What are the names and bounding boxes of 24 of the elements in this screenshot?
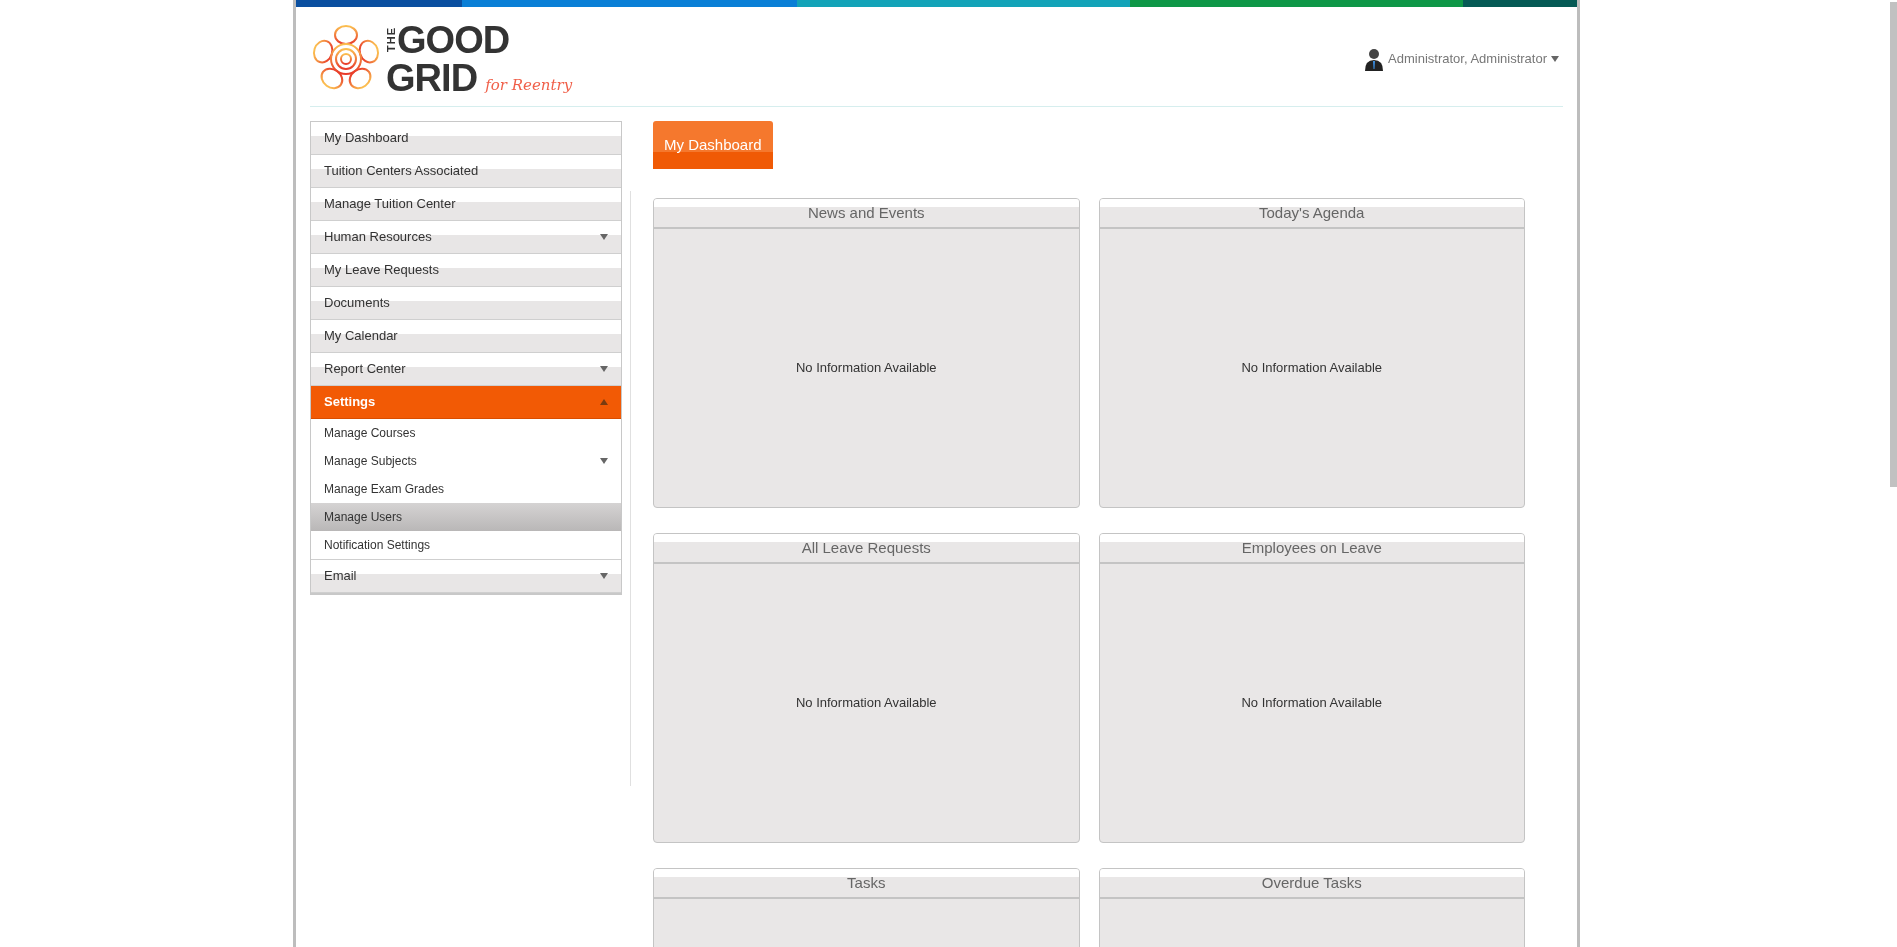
scrollbar-thumb[interactable]	[1890, 2, 1897, 487]
panel-title: News and Events	[654, 199, 1079, 229]
user-avatar-icon	[1364, 46, 1385, 71]
logo-text: THE	[386, 27, 397, 52]
panel-title: Today's Agenda	[1099, 199, 1524, 229]
panel-title: Overdue Tasks	[1099, 869, 1524, 899]
logo-tagline: for Reentry	[485, 77, 573, 93]
caret-down-icon	[600, 573, 608, 579]
empty-message: No Information Available	[795, 359, 937, 378]
caret-down-icon	[600, 366, 608, 372]
logo-text: GRID	[386, 58, 478, 97]
empty-message: No Information Available	[1241, 359, 1383, 378]
user-menu[interactable]: Administrator, Administrator	[1364, 46, 1559, 71]
submenu-item[interactable]: Manage Users	[311, 503, 621, 531]
caret-down-icon	[600, 458, 608, 464]
caret-down-icon	[1551, 55, 1559, 62]
logo-text: GOOD	[397, 20, 510, 59]
empty-message: No Information Available	[1241, 694, 1383, 713]
panel-title: All Leave Requests	[654, 534, 1079, 564]
panel-title: Tasks	[654, 869, 1079, 899]
empty-message: No Information Available	[795, 694, 937, 713]
panel-title: Employees on Leave	[1099, 534, 1524, 564]
caret-down-icon	[600, 234, 608, 240]
caret-up-icon	[600, 399, 608, 405]
